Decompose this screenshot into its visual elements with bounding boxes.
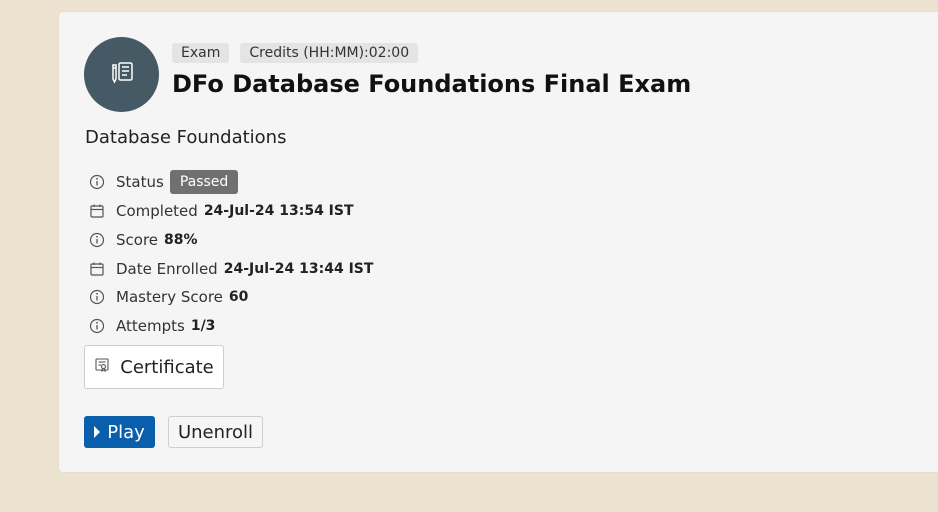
status-row: Status Passed [89, 170, 239, 194]
play-icon [94, 426, 101, 438]
info-icon [89, 318, 105, 334]
attempts-row: Attempts 1/3 [89, 317, 215, 335]
mastery-score-label: Mastery Score [116, 288, 223, 306]
certificate-label: Certificate [120, 356, 214, 378]
score-row: Score 88% [89, 231, 198, 249]
play-button[interactable]: Play [84, 416, 155, 448]
certificate-icon [94, 357, 120, 378]
unenroll-label: Unenroll [177, 421, 254, 443]
course-name: Database Foundations [85, 127, 287, 148]
score-label: Score [116, 231, 159, 249]
attempts-value: 1/3 [190, 318, 216, 334]
score-value: 88% [164, 232, 198, 248]
type-tag: Exam [172, 43, 230, 63]
calendar-icon [89, 203, 105, 219]
mastery-score-row: Mastery Score 60 [89, 288, 248, 306]
info-icon [89, 174, 105, 190]
mastery-score-value: 60 [228, 289, 249, 305]
page-title: DFo Database Foundations Final Exam [172, 70, 692, 98]
attempts-label: Attempts [116, 317, 185, 335]
calendar-icon [89, 261, 105, 277]
completed-label: Completed [116, 202, 198, 220]
exam-icon [109, 60, 135, 90]
info-icon [89, 232, 105, 248]
play-label: Play [107, 421, 145, 443]
date-enrolled-value: 24-Jul-24 13:44 IST [223, 261, 374, 277]
date-enrolled-label: Date Enrolled [116, 260, 218, 278]
status-badge: Passed [169, 170, 239, 194]
completed-row: Completed 24-Jul-24 13:54 IST [89, 202, 354, 220]
credits-tag: Credits (HH:MM):02:00 [240, 43, 419, 63]
exam-card: Exam Credits (HH:MM):02:00 DFo Database … [59, 12, 938, 472]
date-enrolled-row: Date Enrolled 24-Jul-24 13:44 IST [89, 260, 373, 278]
tag-list: Exam Credits (HH:MM):02:00 [172, 43, 419, 63]
completed-value: 24-Jul-24 13:54 IST [203, 203, 354, 219]
info-icon [89, 289, 105, 305]
status-label: Status [116, 173, 164, 191]
unenroll-button[interactable]: Unenroll [168, 416, 263, 448]
exam-avatar [84, 37, 159, 112]
certificate-button[interactable]: Certificate [84, 345, 224, 389]
